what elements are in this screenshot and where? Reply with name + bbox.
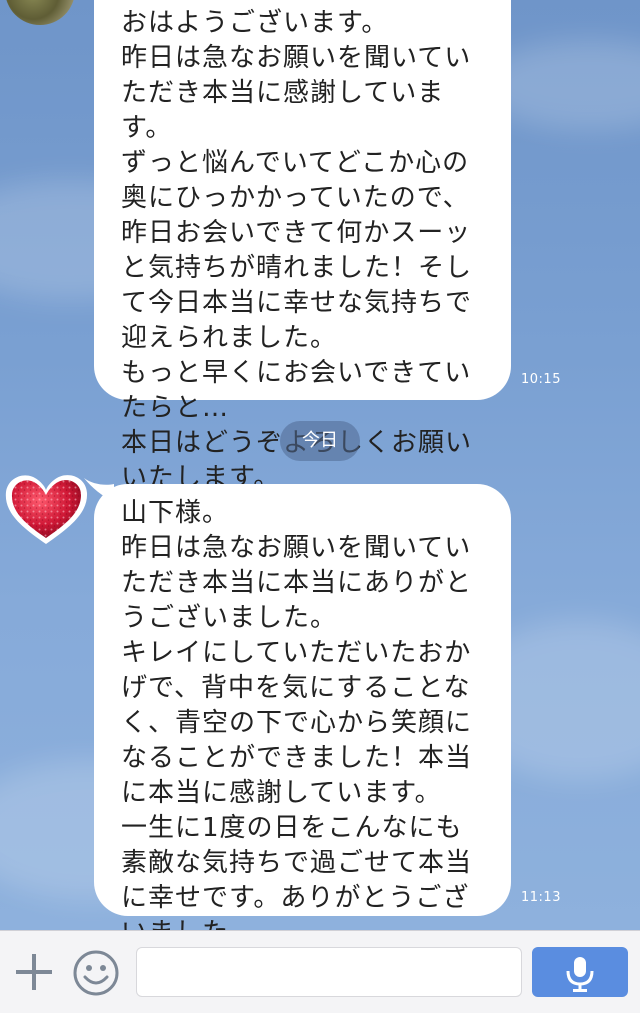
chat-area[interactable]: おはようございます。 昨日は急なお願いを聞いていただき本当に感謝しています。 ず… bbox=[0, 0, 640, 930]
message-input-bar bbox=[0, 930, 640, 1013]
message-bubble[interactable]: おはようございます。 昨日は急なお願いを聞いていただき本当に感謝しています。 ず… bbox=[94, 0, 511, 493]
smiley-icon[interactable] bbox=[72, 949, 120, 997]
microphone-icon bbox=[566, 957, 594, 992]
plus-icon[interactable] bbox=[14, 952, 54, 992]
date-separator: 今日 bbox=[280, 421, 360, 461]
voice-button[interactable] bbox=[532, 947, 628, 997]
heart-avatar-icon[interactable] bbox=[2, 468, 90, 548]
message-time: 11:13 bbox=[521, 890, 561, 905]
message-bubble[interactable]: 山下様。 昨日は急なお願いを聞いていただき本当に本当にありがとうございました。 … bbox=[94, 484, 511, 930]
message-input[interactable] bbox=[136, 947, 522, 997]
message-time: 10:15 bbox=[521, 372, 561, 387]
message-text: 山下様。 昨日は急なお願いを聞いていただき本当に本当にありがとうございました。 … bbox=[121, 498, 473, 930]
sender-avatar[interactable] bbox=[5, 0, 75, 25]
